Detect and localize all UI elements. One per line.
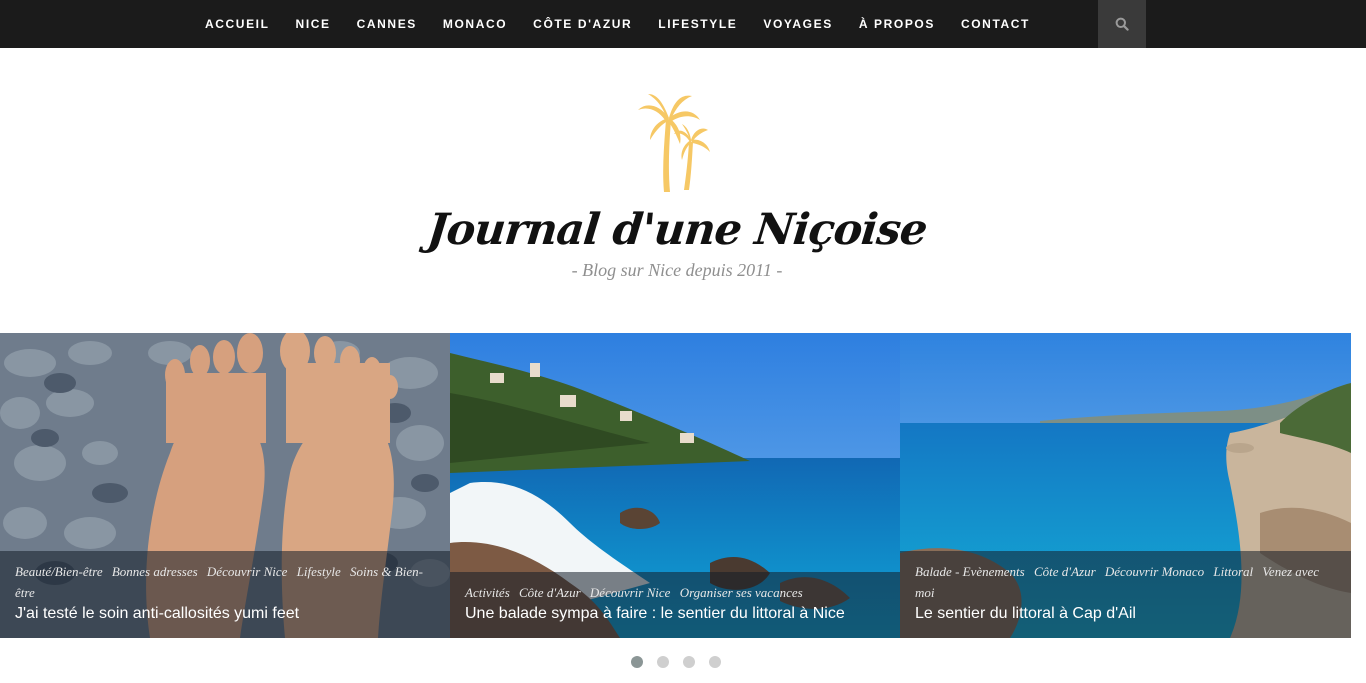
post-categories: Activités Côte d'Azur Découvrir Nice Org… — [465, 582, 885, 603]
nav-item-a-propos[interactable]: À PROPOS — [846, 0, 948, 48]
category-link[interactable]: Balade - Evènements — [915, 564, 1025, 579]
nav-item-contact[interactable]: CONTACT — [948, 0, 1043, 48]
nav-item-accueil[interactable]: ACCUEIL — [192, 0, 283, 48]
post-title-link[interactable]: J'ai testé le soin anti-callosités yumi … — [15, 604, 435, 624]
slide-post[interactable]: Balade - Evènements Côte d'Azur Découvri… — [900, 333, 1351, 638]
category-link[interactable]: Découvrir Monaco — [1105, 564, 1204, 579]
category-link[interactable]: Organiser ses vacances — [680, 585, 803, 600]
category-link[interactable]: Bonnes adresses — [112, 564, 198, 579]
category-link[interactable]: Lifestyle — [297, 564, 341, 579]
category-link[interactable]: Côte d'Azur — [519, 585, 581, 600]
post-title-link[interactable]: Une balade sympa à faire : le sentier du… — [465, 604, 885, 624]
post-categories: Beauté/Bien-être Bonnes adresses Découvr… — [15, 561, 435, 603]
slide-caption: Beauté/Bien-être Bonnes adresses Découvr… — [0, 551, 450, 638]
pagination-dot[interactable] — [708, 656, 721, 668]
site-tagline: - Blog sur Nice depuis 2011 - — [571, 260, 783, 280]
search-button[interactable] — [1098, 0, 1146, 48]
site-title[interactable]: Journal d'une Niçoise — [0, 200, 1357, 260]
nav-item-lifestyle[interactable]: LIFESTYLE — [645, 0, 750, 48]
top-navigation: ACCUEIL NICE CANNES MONACO CÔTE D'AZUR L… — [0, 0, 1366, 48]
category-link[interactable]: Côte d'Azur — [1034, 564, 1096, 579]
slide-post[interactable]: Beauté/Bien-être Bonnes adresses Découvr… — [0, 333, 450, 638]
nav-item-voyages[interactable]: VOYAGES — [750, 0, 845, 48]
nav-item-cote-dazur[interactable]: CÔTE D'AZUR — [520, 0, 645, 48]
category-link[interactable]: Découvrir Nice — [590, 585, 671, 600]
category-link[interactable]: Activités — [465, 585, 510, 600]
category-link[interactable]: Découvrir Nice — [207, 564, 288, 579]
post-title-link[interactable]: Le sentier du littoral à Cap d'Ail — [915, 604, 1336, 624]
slide-caption: Balade - Evènements Côte d'Azur Découvri… — [900, 551, 1351, 638]
category-link[interactable]: Littoral — [1213, 564, 1253, 579]
pagination-dot[interactable] — [630, 656, 643, 668]
post-categories: Balade - Evènements Côte d'Azur Découvri… — [915, 561, 1336, 603]
slide-caption: Activités Côte d'Azur Découvrir Nice Org… — [450, 572, 900, 638]
pagination-dot[interactable] — [656, 656, 669, 668]
nav-item-nice[interactable]: NICE — [283, 0, 344, 48]
pagination-dot[interactable] — [682, 656, 695, 668]
nav-menu: ACCUEIL NICE CANNES MONACO CÔTE D'AZUR L… — [192, 0, 1043, 48]
nav-item-monaco[interactable]: MONACO — [430, 0, 520, 48]
slide-post[interactable]: Activités Côte d'Azur Découvrir Nice Org… — [450, 333, 900, 638]
category-link[interactable]: Beauté/Bien-être — [15, 564, 103, 579]
site-header: Journal d'une Niçoise - Blog sur Nice de… — [0, 48, 1366, 333]
palm-trees-icon[interactable] — [634, 90, 718, 196]
search-icon — [1115, 17, 1129, 31]
nav-item-cannes[interactable]: CANNES — [344, 0, 430, 48]
slider-pagination — [0, 656, 1351, 668]
featured-posts-slider: Beauté/Bien-être Bonnes adresses Découvr… — [0, 333, 1351, 638]
